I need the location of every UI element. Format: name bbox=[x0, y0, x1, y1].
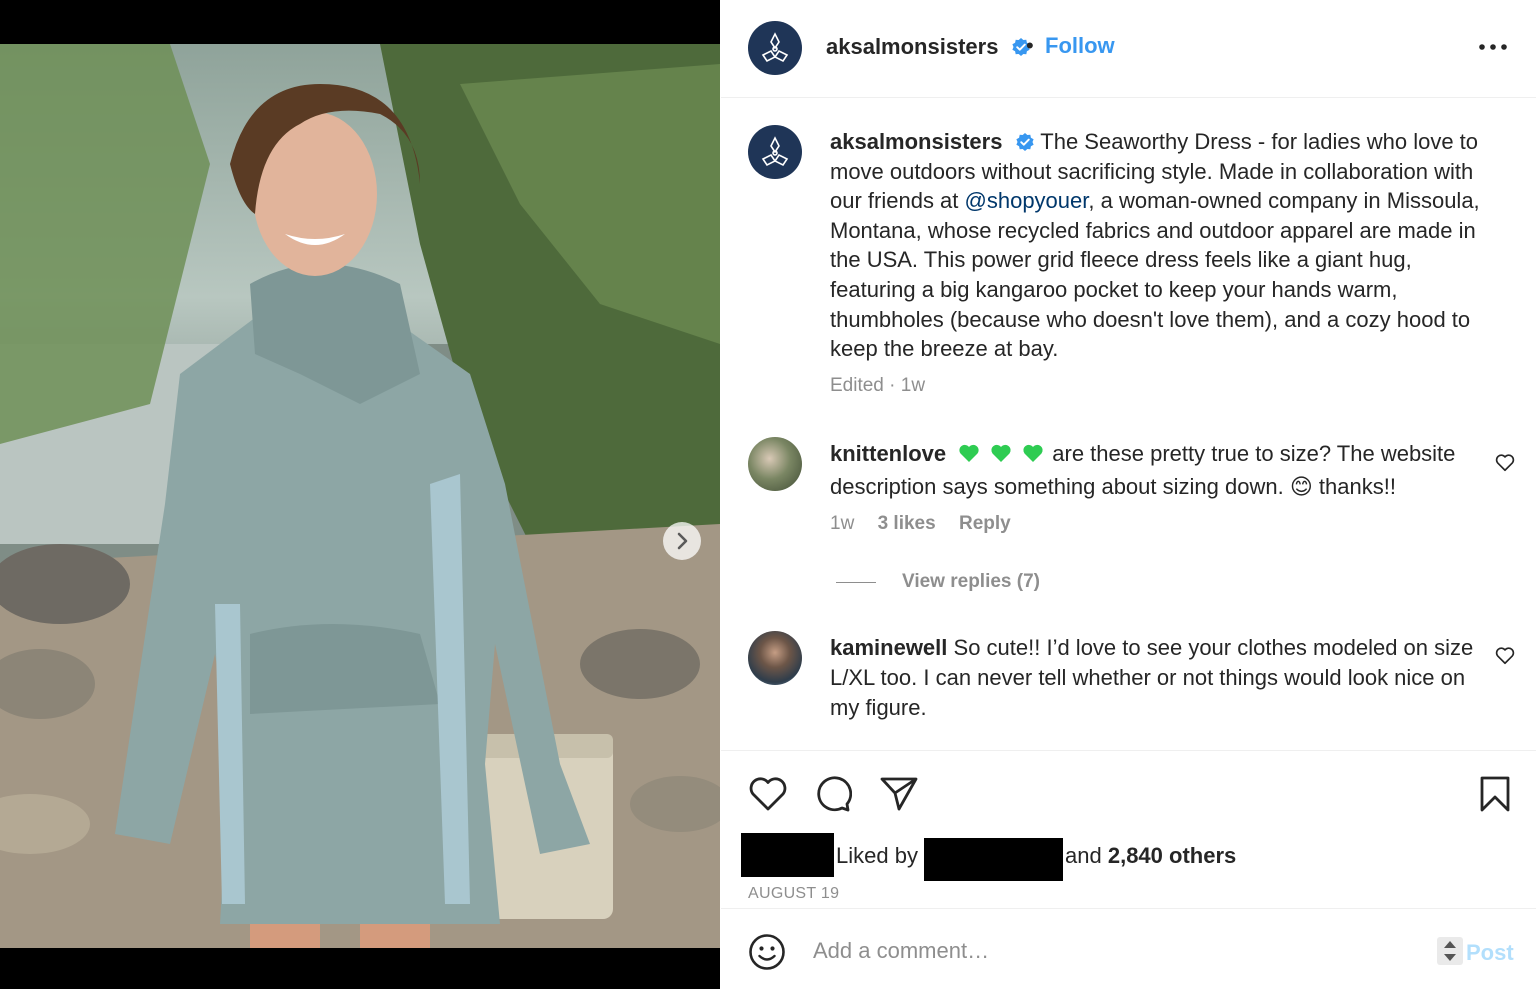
caption-text-end: , a woman-owned company in Missoula, Mon… bbox=[830, 188, 1480, 362]
caption-meta: Edited · 1w bbox=[830, 375, 926, 396]
comment-likes[interactable]: 3 likes bbox=[878, 513, 936, 534]
caption-username[interactable]: aksalmonsisters bbox=[830, 129, 1002, 154]
post-comment-button[interactable]: Post bbox=[1466, 940, 1514, 966]
like-comment-heart-icon[interactable] bbox=[1494, 644, 1516, 666]
emoji-smiley-icon[interactable] bbox=[748, 933, 786, 971]
add-comment-input[interactable] bbox=[813, 935, 1413, 967]
save-bookmark-icon[interactable] bbox=[1479, 775, 1511, 813]
add-comment-bar: Post bbox=[721, 908, 1536, 989]
comment-username[interactable]: knittenlove bbox=[830, 441, 946, 466]
post-sidebar: aksalmonsisters • Follow aksalmonsisters… bbox=[721, 0, 1536, 989]
header-username-text[interactable]: aksalmonsisters bbox=[826, 34, 998, 59]
up-down-arrows-icon bbox=[1444, 941, 1456, 961]
likes-count[interactable]: 2,840 others bbox=[1108, 843, 1236, 868]
view-replies-button[interactable]: View replies (7) bbox=[836, 571, 1040, 593]
caption-mention-link[interactable]: @shopyouer bbox=[965, 188, 1089, 213]
comment: knittenlove are these pretty true to siz… bbox=[830, 439, 1480, 502]
caption-avatar[interactable] bbox=[748, 125, 802, 179]
smile-emoji-icon: 😊 bbox=[1289, 474, 1313, 499]
next-slide-button[interactable] bbox=[663, 522, 701, 560]
comment-username[interactable]: kaminewell bbox=[830, 635, 947, 660]
commenter-avatar[interactable] bbox=[748, 631, 802, 685]
photo-scene bbox=[0, 44, 720, 948]
resize-handle[interactable] bbox=[1437, 937, 1463, 965]
reply-button[interactable]: Reply bbox=[959, 513, 1011, 534]
brand-logo-icon bbox=[761, 32, 789, 63]
redacted-avatar bbox=[741, 833, 834, 877]
chevron-right-icon bbox=[677, 532, 688, 550]
post-actions bbox=[721, 750, 1536, 910]
more-options-icon[interactable] bbox=[1477, 36, 1509, 58]
brand-logo-icon bbox=[761, 136, 789, 167]
comment-text-end: thanks!! bbox=[1318, 474, 1396, 499]
likes-summary: Liked by bbox=[836, 843, 918, 869]
liked-by-label: Liked by bbox=[836, 843, 918, 868]
post-media bbox=[0, 0, 720, 989]
comment-time: 1w bbox=[830, 513, 855, 534]
likes-count-line[interactable]: and 2,840 others bbox=[1065, 843, 1236, 869]
header-username[interactable]: aksalmonsisters bbox=[826, 34, 1031, 60]
follow-button[interactable]: Follow bbox=[1045, 33, 1115, 59]
likes-and-label: and bbox=[1065, 843, 1102, 868]
commenter-avatar[interactable] bbox=[748, 437, 802, 491]
replies-divider bbox=[836, 581, 876, 583]
like-heart-icon[interactable] bbox=[748, 775, 788, 813]
comment: kaminewell So cute!! I’d love to see you… bbox=[830, 633, 1480, 723]
verified-badge-icon bbox=[1015, 133, 1034, 151]
post-header: aksalmonsisters • Follow bbox=[721, 0, 1536, 98]
post-date[interactable]: AUGUST 19 bbox=[748, 885, 839, 903]
header-separator: • bbox=[1026, 33, 1034, 58]
account-avatar[interactable] bbox=[748, 21, 802, 75]
green-hearts-icon bbox=[958, 442, 1050, 472]
post-caption: aksalmonsisters The Seaworthy Dress - fo… bbox=[830, 127, 1490, 364]
redacted-username bbox=[924, 838, 1063, 881]
comment-meta: 1w 3 likes Reply bbox=[830, 513, 1011, 535]
comments-section: aksalmonsisters The Seaworthy Dress - fo… bbox=[721, 99, 1536, 749]
post-photo[interactable] bbox=[0, 44, 720, 948]
view-replies-label[interactable]: View replies (7) bbox=[902, 571, 1040, 593]
like-comment-heart-icon[interactable] bbox=[1494, 451, 1516, 473]
share-paper-plane-icon[interactable] bbox=[879, 776, 919, 812]
comment-bubble-icon[interactable] bbox=[814, 775, 852, 813]
